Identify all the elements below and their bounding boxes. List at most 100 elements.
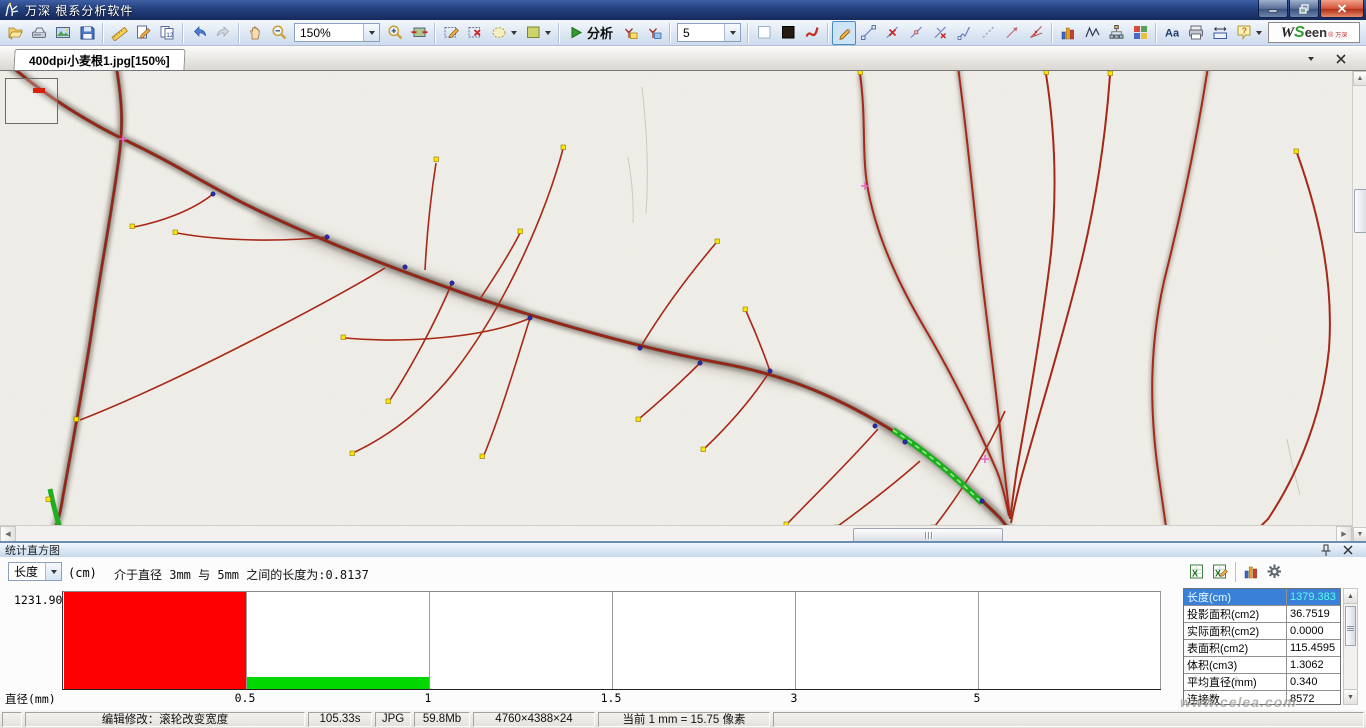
document-tab-bar: 400dpi小麦根1.jpg[150%] <box>0 46 1366 70</box>
direction-arrow-button[interactable] <box>1000 21 1024 45</box>
scroll-down-arrow[interactable]: ▼ <box>1344 689 1357 704</box>
excel-export-button[interactable]: X <box>1186 560 1209 583</box>
statistics-table[interactable]: 长度(cm)1379.383投影面积(cm2)36.7519实际面积(cm2)0… <box>1183 588 1341 705</box>
tab-active-image[interactable]: 400dpi小麦根1.jpg[150%] <box>13 49 185 71</box>
histogram-bar <box>247 677 429 689</box>
stats-value: 36.7519 <box>1287 608 1340 620</box>
root-image-canvas[interactable] <box>0 71 1352 525</box>
stats-table-row[interactable]: 表面积(cm2)115.4595 <box>1184 640 1340 657</box>
gridline <box>1160 592 1161 689</box>
fit-window-button[interactable] <box>407 21 431 45</box>
chevron-down-icon[interactable] <box>363 24 379 41</box>
text-label-button[interactable]: Aa <box>1160 21 1184 45</box>
canvas-vertical-scrollbar[interactable]: ▲ ▼ <box>1352 71 1366 542</box>
root-trace-button[interactable] <box>800 21 824 45</box>
histogram-chart-icon <box>1243 563 1260 580</box>
swatch-white-button[interactable] <box>752 21 776 45</box>
region-color-button[interactable] <box>521 21 555 45</box>
chevron-down-icon[interactable] <box>545 31 551 35</box>
svg-text:12: 12 <box>166 32 174 39</box>
tab-list-button[interactable] <box>1302 51 1320 67</box>
measure-angle-button[interactable] <box>1024 21 1048 45</box>
panel-close-button[interactable] <box>1340 543 1356 557</box>
connect-segments-button[interactable] <box>904 21 928 45</box>
statistics-table-scrollbar[interactable]: ▲ ▼ <box>1343 588 1358 705</box>
delete-region-button[interactable] <box>463 21 487 45</box>
draw-region-button[interactable] <box>439 21 463 45</box>
curve-chart-button[interactable] <box>1080 21 1104 45</box>
analyze-batch-button[interactable] <box>618 21 642 45</box>
select-region-icon <box>491 24 508 41</box>
edit-page-button[interactable] <box>131 21 155 45</box>
table-scroll-thumb[interactable] <box>1345 606 1356 646</box>
status-field: 当前 1 mm = 15.75 像素 <box>598 712 770 727</box>
scroll-up-arrow[interactable]: ▲ <box>1353 71 1366 86</box>
color-classes-button[interactable] <box>1128 21 1152 45</box>
stats-table-row[interactable]: 长度(cm)1379.383 <box>1184 589 1340 606</box>
split-root-button[interactable] <box>856 21 880 45</box>
select-region-button[interactable] <box>487 21 521 45</box>
scanner-button[interactable] <box>27 21 51 45</box>
brand-logo-text: W <box>1281 25 1294 42</box>
metric-select[interactable]: 长度 <box>8 562 62 581</box>
stats-table-row[interactable]: 体积(cm3)1.3062 <box>1184 657 1340 674</box>
close-button[interactable] <box>1320 0 1364 18</box>
scroll-up-arrow[interactable]: ▲ <box>1344 589 1357 604</box>
redo-button[interactable] <box>211 21 235 45</box>
panel-pin-button[interactable] <box>1318 543 1334 557</box>
chevron-down-icon[interactable] <box>724 24 740 41</box>
zoom-level-combo[interactable]: 150% <box>294 23 380 42</box>
dashed-segment-button[interactable] <box>976 21 1000 45</box>
zoom-out-button[interactable] <box>267 21 291 45</box>
restore-button[interactable] <box>1289 0 1319 18</box>
stats-table-row[interactable]: 连接数8572 <box>1184 691 1340 705</box>
print-button[interactable] <box>1184 21 1208 45</box>
analyze-compare-button[interactable] <box>642 21 666 45</box>
minimize-button[interactable] <box>1258 0 1288 18</box>
scroll-right-arrow[interactable]: ▶ <box>1336 526 1352 542</box>
chevron-down-icon[interactable] <box>1256 31 1262 35</box>
toolbar-separator <box>747 23 749 43</box>
edit-root-button[interactable] <box>832 21 856 45</box>
reconnect-root-button[interactable] <box>952 21 976 45</box>
color-classes-icon <box>1132 24 1149 41</box>
pan-hand-button[interactable] <box>243 21 267 45</box>
histogram-chart-button[interactable] <box>1240 560 1263 583</box>
x-axis-label: 直径(mm) <box>5 691 56 707</box>
duplicate-pages-button[interactable]: 12 <box>155 21 179 45</box>
scroll-down-arrow[interactable]: ▼ <box>1353 527 1366 542</box>
undo-icon <box>191 24 208 41</box>
topology-tree-button[interactable] <box>1104 21 1128 45</box>
ruler-button[interactable] <box>107 21 131 45</box>
undo-button[interactable] <box>187 21 211 45</box>
canvas-horizontal-scrollbar[interactable]: ◀ ▶ <box>0 525 1352 542</box>
parameter-combo[interactable]: 5 <box>677 23 741 42</box>
vertical-scroll-thumb[interactable] <box>1354 189 1366 233</box>
navigator-view-rect[interactable] <box>33 88 45 93</box>
brand-logo: WSeen®万深 <box>1268 22 1360 43</box>
open-folder-button[interactable] <box>3 21 27 45</box>
scroll-left-arrow[interactable]: ◀ <box>0 526 16 542</box>
histogram-chart-button[interactable] <box>1056 21 1080 45</box>
tab-close-button[interactable] <box>1332 51 1350 67</box>
width-measure-button[interactable] <box>1208 21 1232 45</box>
swatch-black-button[interactable] <box>776 21 800 45</box>
navigator-thumbnail[interactable] <box>5 78 58 124</box>
chevron-down-icon[interactable] <box>511 31 517 35</box>
chevron-down-icon[interactable] <box>45 563 61 580</box>
delete-segment-button[interactable] <box>880 21 904 45</box>
settings-gear-button[interactable] <box>1263 560 1286 583</box>
help-button[interactable]: ? <box>1232 21 1266 45</box>
stats-table-row[interactable]: 平均直径(mm)0.340 <box>1184 674 1340 691</box>
analyze-run-button[interactable]: 分析 <box>563 21 618 45</box>
zoom-in-button[interactable] <box>383 21 407 45</box>
excel-edit-button[interactable]: X <box>1209 560 1232 583</box>
stats-table-row[interactable]: 实际面积(cm2)0.0000 <box>1184 623 1340 640</box>
delete-junction-button[interactable] <box>928 21 952 45</box>
stats-table-row[interactable]: 投影面积(cm2)36.7519 <box>1184 606 1340 623</box>
status-field: 4760×4388×24 <box>473 712 595 727</box>
x-tick-label: 1 <box>411 691 445 705</box>
acquire-image-button[interactable] <box>51 21 75 45</box>
gridline <box>978 592 979 689</box>
save-button[interactable] <box>75 21 99 45</box>
